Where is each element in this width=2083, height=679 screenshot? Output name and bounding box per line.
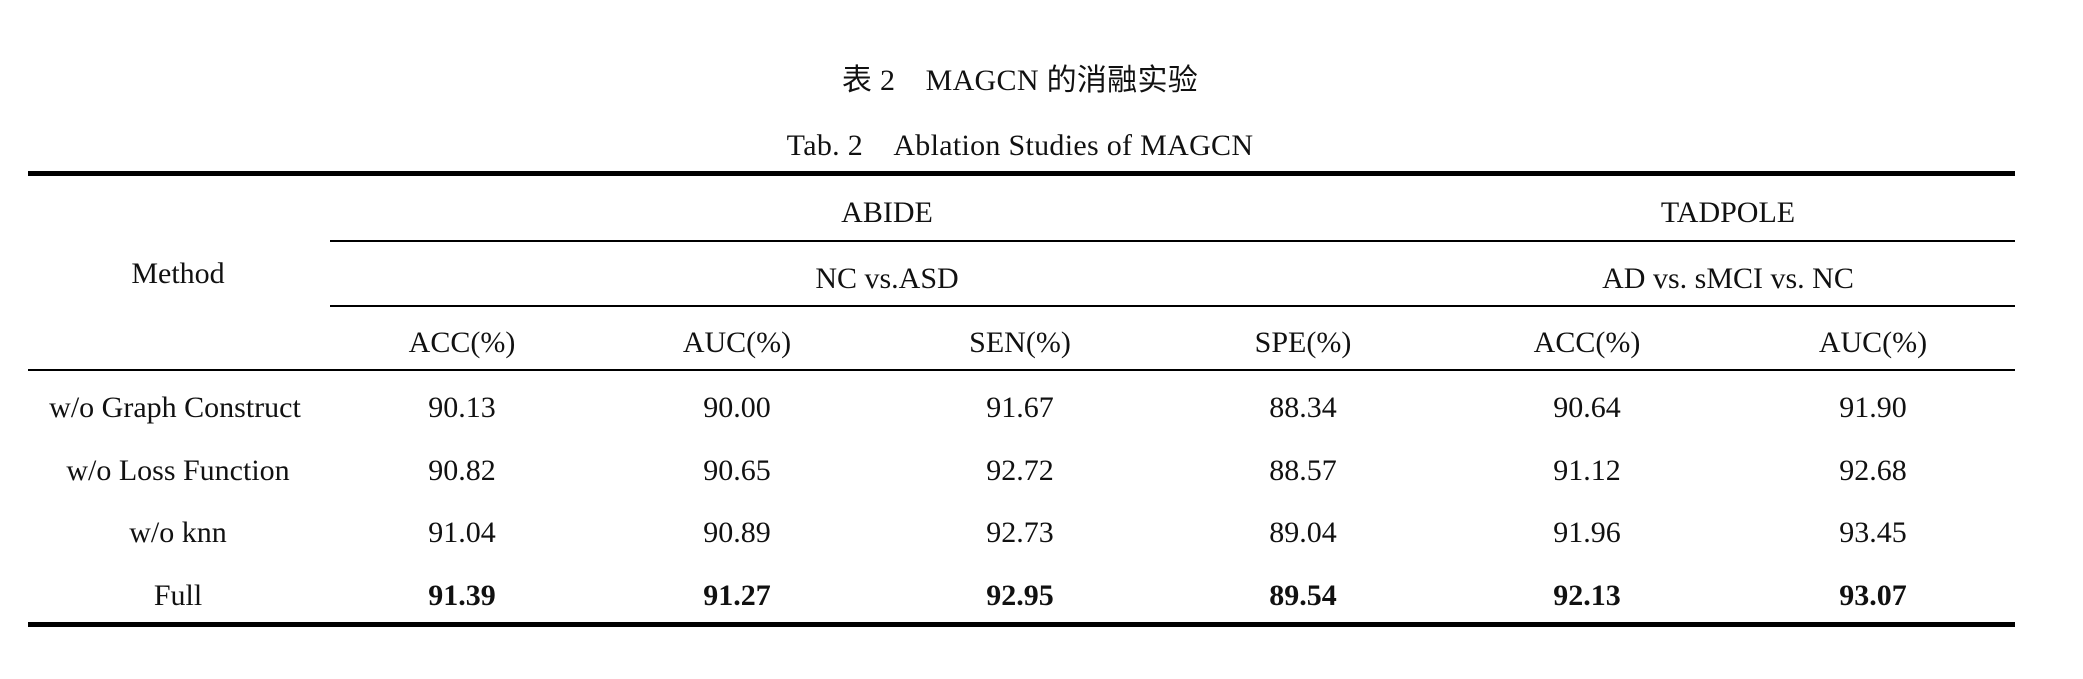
metric-header-tadpole-acc: ACC(%)	[1533, 326, 1641, 359]
cell-abide-auc: 90.65	[703, 454, 771, 487]
cell-abide-acc: 91.39	[428, 579, 496, 612]
row-method-label: w/o Graph Construct	[49, 391, 301, 424]
cell-tadpole-auc: 93.07	[1839, 579, 1907, 612]
table-top-rule	[28, 171, 2015, 176]
cell-tadpole-acc: 91.96	[1553, 516, 1621, 549]
cell-abide-acc: 90.82	[428, 454, 496, 487]
method-header: Method	[131, 257, 225, 290]
metric-header-abide-auc: AUC(%)	[682, 326, 792, 359]
metric-header-abide-spe: SPE(%)	[1254, 326, 1352, 359]
header-body-rule	[28, 369, 2015, 371]
metric-header-tadpole-auc: AUC(%)	[1818, 326, 1928, 359]
cell-abide-sen: 91.67	[986, 391, 1054, 424]
metric-header-abide-acc: ACC(%)	[408, 326, 516, 359]
cell-abide-spe: 89.04	[1269, 516, 1337, 549]
cell-abide-spe: 88.57	[1269, 454, 1337, 487]
cell-abide-sen: 92.73	[986, 516, 1054, 549]
row-method-label: w/o knn	[129, 516, 227, 549]
table-caption-english: Tab. 2 Ablation Studies of MAGCN	[786, 129, 1254, 162]
metric-header-abide-sen: SEN(%)	[969, 326, 1071, 359]
cell-abide-auc: 90.89	[703, 516, 771, 549]
row-method-label: Full	[153, 579, 203, 612]
cell-abide-sen: 92.72	[986, 454, 1054, 487]
cell-abide-acc: 91.04	[428, 516, 496, 549]
cell-abide-auc: 91.27	[703, 579, 771, 612]
cell-tadpole-auc: 93.45	[1839, 516, 1907, 549]
table-caption-chinese: 表 2 MAGCN 的消融实验	[841, 64, 1199, 97]
task-header-rule	[330, 305, 2015, 307]
table-bottom-rule	[28, 622, 2015, 627]
cell-abide-spe: 88.34	[1269, 391, 1337, 424]
task-header-abide: NC vs.ASD	[815, 262, 959, 295]
dataset-header-abide: ABIDE	[841, 196, 933, 229]
cell-tadpole-acc: 91.12	[1553, 454, 1621, 487]
cell-tadpole-acc: 92.13	[1553, 579, 1621, 612]
cell-abide-acc: 90.13	[428, 391, 496, 424]
cell-tadpole-auc: 91.90	[1839, 391, 1907, 424]
cell-tadpole-auc: 92.68	[1839, 454, 1907, 487]
task-header-tadpole: AD vs. sMCI vs. NC	[1602, 262, 1854, 295]
cell-abide-sen: 92.95	[986, 579, 1054, 612]
cell-abide-auc: 90.00	[703, 391, 771, 424]
dataset-header-tadpole: TADPOLE	[1660, 196, 1796, 229]
row-method-label: w/o Loss Function	[66, 454, 290, 487]
cell-tadpole-acc: 90.64	[1553, 391, 1621, 424]
dataset-header-rule	[330, 240, 2015, 242]
cell-abide-spe: 89.54	[1269, 579, 1337, 612]
